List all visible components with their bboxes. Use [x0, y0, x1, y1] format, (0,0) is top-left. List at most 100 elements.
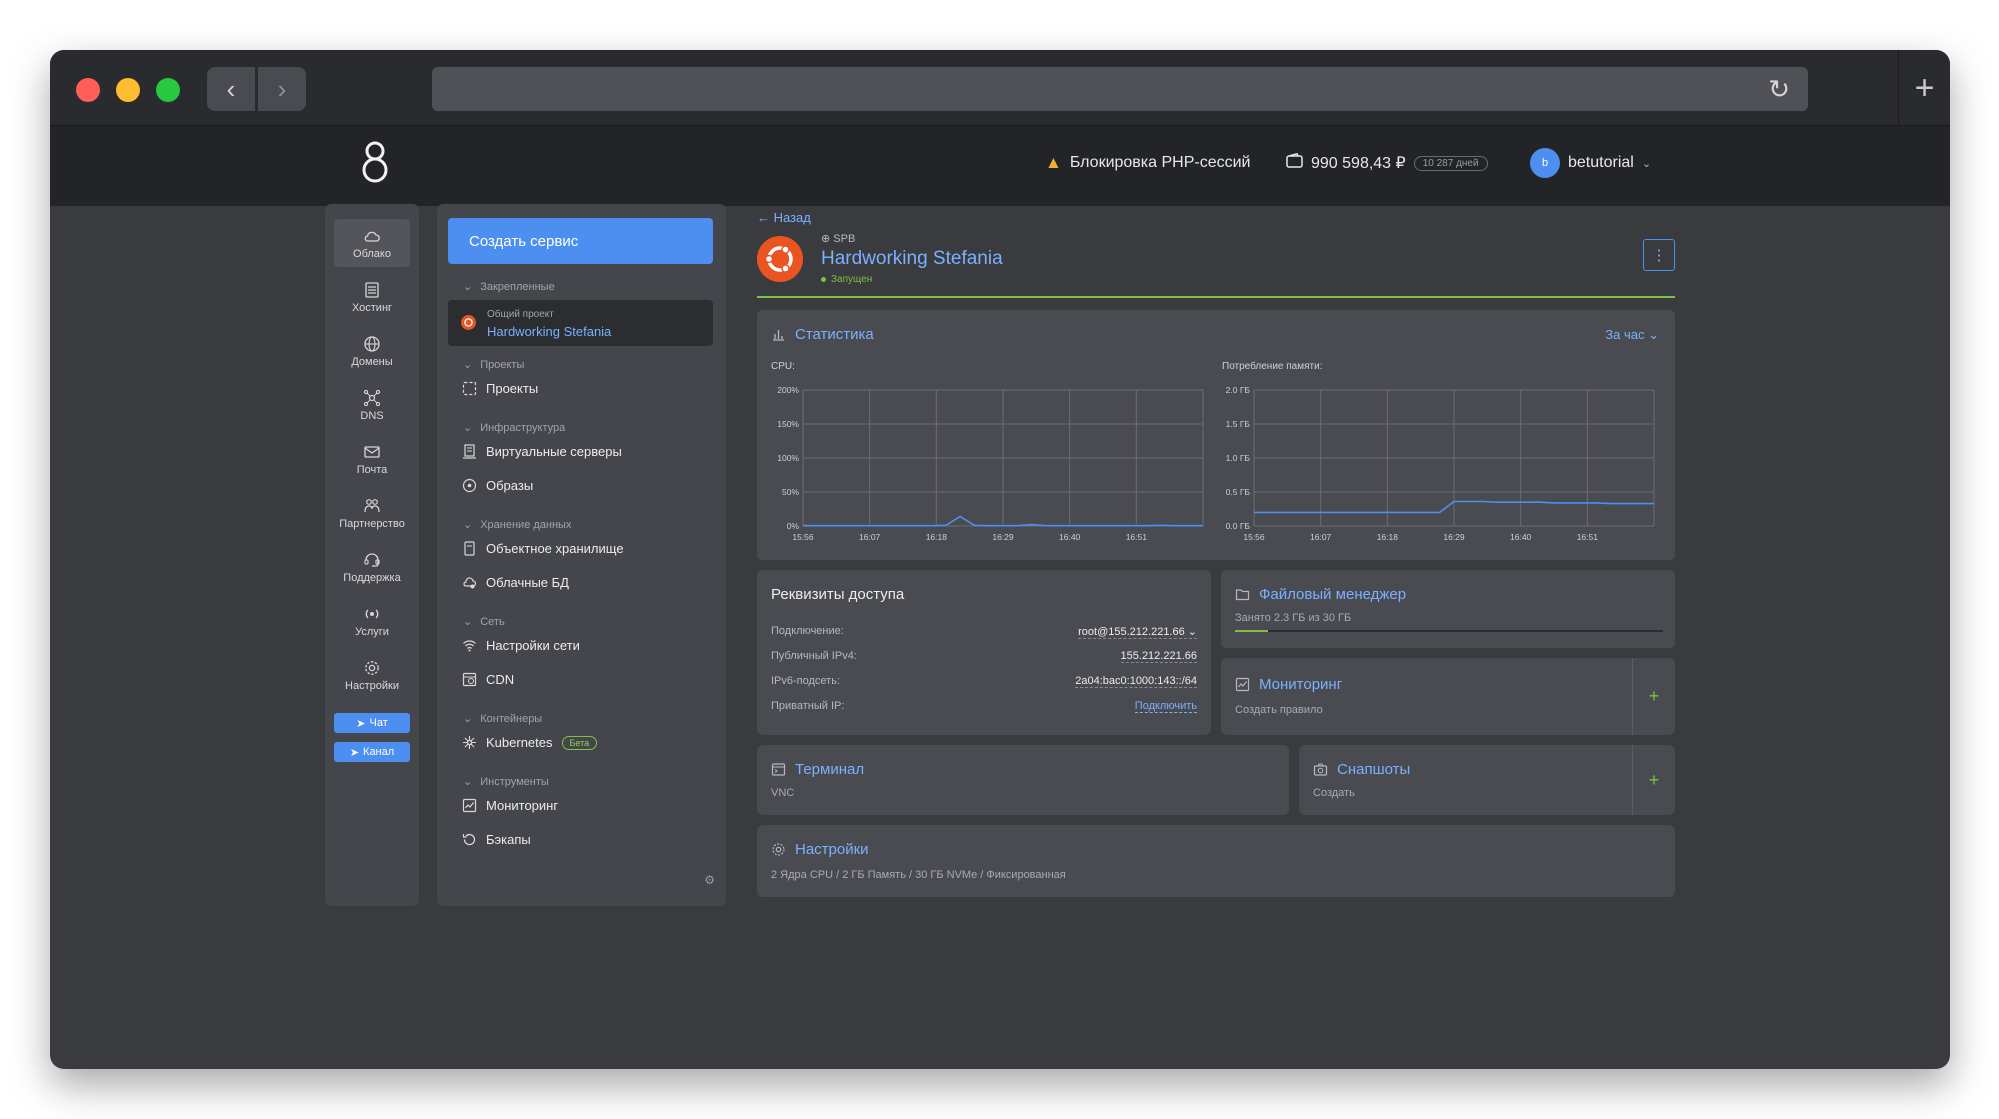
- chat-label: Чат: [369, 717, 388, 729]
- mail-icon: [363, 443, 381, 461]
- menu-item-cdn[interactable]: CDN: [462, 672, 514, 687]
- y-tick-label: 2.0 ГБ: [1226, 385, 1251, 395]
- monitoring-label: Мониторинг: [1259, 676, 1343, 693]
- rail-item-partnership[interactable]: Партнерство: [334, 489, 410, 537]
- server-name[interactable]: Hardworking Stefania: [821, 248, 1003, 270]
- x-tick-label: 16:51: [1577, 532, 1599, 542]
- monitoring-title[interactable]: Мониторинг: [1235, 676, 1342, 693]
- section-projects[interactable]: ⌄ Проекты: [463, 358, 525, 372]
- browser-window: ‹ › ↻ + ▲ Блокировка PHP-сессий 990 598,…: [50, 50, 1950, 1069]
- php-session-warning[interactable]: ▲ Блокировка PHP-сессий: [1045, 153, 1251, 173]
- reload-icon[interactable]: ↻: [1768, 75, 1790, 103]
- menu-item-network-settings[interactable]: Настройки сети: [462, 638, 580, 653]
- credential-label: IPv6-подсеть:: [771, 675, 841, 687]
- close-window-button[interactable]: [76, 78, 100, 102]
- menu-item-backups[interactable]: Бэкапы: [462, 832, 531, 847]
- menu-settings-icon[interactable]: ⚙: [704, 873, 715, 887]
- add-snapshot-button[interactable]: +: [1632, 745, 1675, 815]
- snapshots-title[interactable]: Снапшоты: [1313, 761, 1410, 778]
- back-link[interactable]: ← Назад: [757, 210, 811, 225]
- ipv6-subnet-row: IPv6-подсеть: 2a04:bac0:1000:143::/64: [771, 675, 1197, 695]
- file-manager-card[interactable]: Файловый менеджер Занято 2.3 ГБ из 30 ГБ: [1221, 570, 1675, 648]
- create-snapshot-link[interactable]: Создать: [1313, 787, 1355, 799]
- period-select[interactable]: За час ⌄: [1605, 327, 1659, 343]
- credential-label: Подключение:: [771, 625, 844, 637]
- browser-back-button[interactable]: ‹: [207, 67, 255, 111]
- create-rule-link[interactable]: Создать правило: [1235, 704, 1323, 716]
- disc-icon: [462, 478, 477, 493]
- address-bar[interactable]: ↻: [432, 67, 1808, 111]
- menu-item-vps[interactable]: Виртуальные серверы: [462, 444, 622, 459]
- rail-label: Услуги: [355, 625, 389, 638]
- rail-label: DNS: [360, 409, 384, 422]
- server-status: Запущен: [821, 274, 872, 285]
- rail-item-cloud[interactable]: Облако: [334, 219, 410, 267]
- create-service-button[interactable]: Создать сервис: [448, 218, 713, 264]
- section-label: Инфраструктура: [480, 421, 566, 434]
- public-ipv4-row: Публичный IPv4: 155.212.221.66: [771, 650, 1197, 670]
- camera-icon: [1313, 762, 1328, 777]
- support-icon: [363, 551, 381, 569]
- days-left-badge: 10 287 дней: [1413, 155, 1488, 171]
- section-network[interactable]: ⌄ Сеть: [463, 615, 505, 629]
- rail-item-support[interactable]: Поддержка: [334, 543, 410, 591]
- add-monitoring-rule-button[interactable]: +: [1632, 658, 1675, 735]
- credential-value[interactable]: root@155.212.221.66 ⌄: [1078, 625, 1197, 639]
- browser-forward-button[interactable]: ›: [258, 67, 306, 111]
- chat-button[interactable]: ➤ Чат: [334, 713, 410, 733]
- x-tick-label: 16:18: [1377, 532, 1399, 542]
- menu-item-projects[interactable]: Проекты: [462, 381, 538, 396]
- status-dot: [821, 277, 826, 282]
- user-menu[interactable]: b betutorial ⌄: [1530, 148, 1651, 178]
- statistics-title[interactable]: Статистика: [771, 326, 874, 343]
- balance[interactable]: 990 598,43 ₽ 10 287 дней: [1286, 152, 1488, 173]
- server-actions-button[interactable]: ⋮: [1643, 239, 1675, 271]
- credential-value[interactable]: 2a04:bac0:1000:143::/64: [1075, 675, 1197, 688]
- bar-chart-icon: [771, 327, 786, 342]
- chevron-down-icon: ⌄: [463, 519, 473, 531]
- rail-item-hosting[interactable]: Хостинг: [334, 273, 410, 321]
- maximize-window-button[interactable]: [156, 78, 180, 102]
- settings-card[interactable]: Настройки 2 Ядра CPU / 2 ГБ Память / 30 …: [757, 825, 1675, 897]
- section-containers[interactable]: ⌄ Контейнеры: [463, 712, 543, 726]
- section-label: Проекты: [480, 358, 525, 371]
- menu-item-object-storage[interactable]: Объектное хранилище: [462, 541, 624, 556]
- channel-button[interactable]: ➤ Канал: [334, 742, 410, 762]
- database-icon: [462, 575, 477, 590]
- menu-item-monitoring[interactable]: Мониторинг: [462, 798, 558, 813]
- section-tools[interactable]: ⌄ Инструменты: [463, 775, 549, 789]
- rail-item-dns[interactable]: DNS: [334, 381, 410, 429]
- rail-item-domains[interactable]: Домены: [334, 327, 410, 375]
- cpu-chart-label: CPU:: [771, 361, 795, 372]
- section-label: Инструменты: [480, 775, 549, 788]
- credential-value[interactable]: 155.212.221.66: [1120, 650, 1197, 663]
- menu-item-label: Проекты: [486, 381, 539, 396]
- menu-item-kubernetes[interactable]: Kubernetes Бета: [462, 735, 598, 750]
- section-pinned[interactable]: ⌄ Закрепленные: [463, 280, 555, 294]
- chevron-down-icon: ⌄: [463, 359, 473, 371]
- pinned-title: Hardworking Stefania: [487, 324, 612, 339]
- vps-icon: [462, 444, 477, 459]
- server-region: ⊕ SPB: [821, 232, 855, 245]
- section-label: Контейнеры: [480, 712, 543, 725]
- rail-item-settings[interactable]: Настройки: [334, 651, 410, 699]
- rail-item-services[interactable]: Услуги: [334, 597, 410, 645]
- pinned-server-item[interactable]: Общий проект Hardworking Stefania: [448, 300, 713, 346]
- section-infrastructure[interactable]: ⌄ Инфраструктура: [463, 421, 566, 435]
- section-storage[interactable]: ⌄ Хранение данных: [463, 518, 571, 532]
- menu-item-images[interactable]: Образы: [462, 478, 533, 493]
- dns-icon: [363, 389, 381, 407]
- connect-private-ip-link[interactable]: Подключить: [1134, 700, 1197, 713]
- brand-logo[interactable]: [362, 138, 388, 186]
- terminal-card[interactable]: Терминал VNC: [757, 745, 1289, 815]
- folder-icon: [1235, 587, 1250, 602]
- new-tab-button[interactable]: +: [1898, 50, 1950, 126]
- kubernetes-icon: [462, 735, 477, 750]
- menu-item-cloud-db[interactable]: Облачные БД: [462, 575, 569, 590]
- credentials-title: Реквизиты доступа: [771, 586, 905, 603]
- x-tick-label: 16:51: [1126, 532, 1148, 542]
- minimize-window-button[interactable]: [116, 78, 140, 102]
- x-tick-label: 15:56: [1243, 532, 1265, 542]
- x-tick-label: 16:18: [926, 532, 948, 542]
- rail-item-mail[interactable]: Почта: [334, 435, 410, 483]
